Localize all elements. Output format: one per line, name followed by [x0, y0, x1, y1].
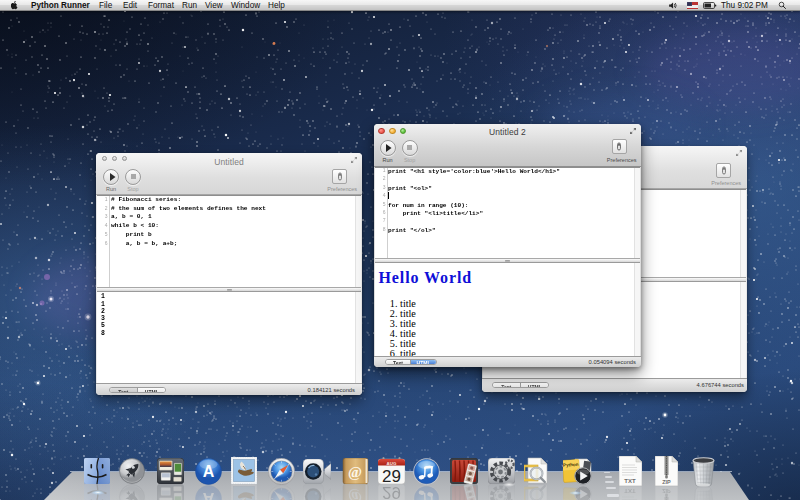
svg-text:@: @	[348, 464, 362, 480]
svg-text:A: A	[202, 490, 214, 500]
svg-text:ZIP: ZIP	[662, 479, 671, 485]
svg-text:@: @	[348, 489, 362, 500]
svg-text:29: 29	[382, 484, 401, 500]
svg-text:AUG: AUG	[386, 461, 396, 466]
svg-text:ZIP: ZIP	[662, 488, 671, 494]
svg-text:TXT: TXT	[624, 488, 636, 494]
svg-text:TXT: TXT	[624, 478, 636, 484]
svg-text:29: 29	[382, 467, 401, 485]
svg-text:A: A	[202, 463, 214, 480]
